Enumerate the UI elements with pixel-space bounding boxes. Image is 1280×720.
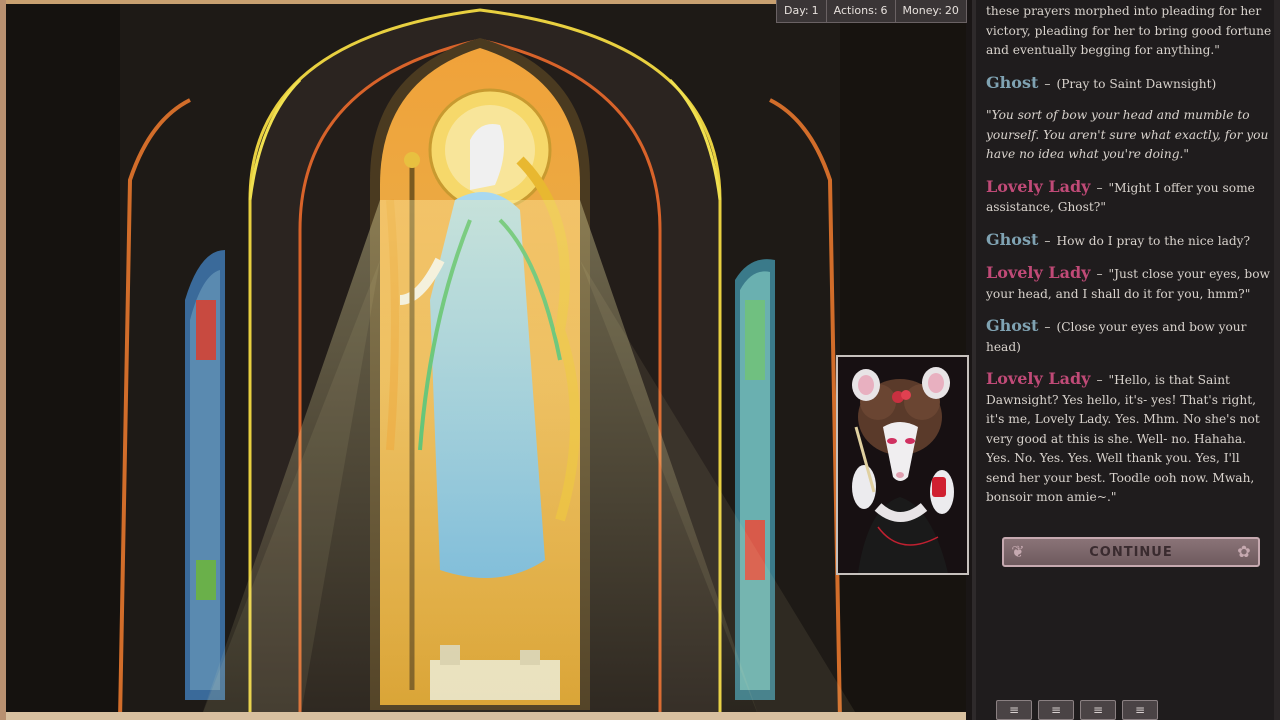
stats-bar: Day: 1 Actions: 6 Money: 20 [776, 0, 967, 23]
scene-view [0, 0, 966, 720]
dialogue-panel: these prayers morphed into pleading for … [972, 0, 1280, 720]
log-entry: Ghost – How do I pray to the nice lady? [986, 230, 1272, 252]
ornament-icon: ❦ [1011, 542, 1025, 561]
separator: – [1044, 76, 1051, 91]
log-entry: Ghost – (Close your eyes and bow your head… [986, 316, 1272, 357]
stat-day-label: Day: [784, 4, 809, 17]
separator: – [1096, 180, 1103, 195]
menu-button[interactable]: ≡ [1080, 700, 1116, 720]
stat-actions-value: 6 [880, 4, 888, 17]
stat-day-value: 1 [811, 4, 819, 17]
log-entry: Ghost – (Pray to Saint Dawnsight) [986, 73, 1272, 95]
stat-money-label: Money: [902, 4, 942, 17]
continue-button-label: CONTINUE [1089, 544, 1173, 560]
speaker-name-ghost: Ghost [986, 316, 1039, 335]
cathedral-stained-glass-scene [0, 0, 966, 720]
speaker-name-lady: Lovely Lady [986, 176, 1091, 196]
log-entry: Lovely Lady – "Hello, is that Saint Dawnsi… [986, 369, 1272, 508]
stat-money: Money: 20 [896, 0, 966, 22]
speaker-name-lady: Lovely Lady [986, 263, 1091, 282]
dialogue-log[interactable]: these prayers morphed into pleading for … [986, 0, 1272, 580]
separator: – [1044, 320, 1051, 334]
speaker-name-ghost: Ghost [986, 72, 1039, 92]
stat-money-value: 20 [944, 4, 959, 17]
log-narration: "You sort of bow your head and mumble to… [986, 108, 1269, 161]
speaker-name-ghost: Ghost [986, 229, 1039, 249]
log-entry: Lovely Lady – "Might I offer you some assi… [986, 177, 1272, 218]
log-entry-text: "Hello, is that Saint Dawnsight? Yes hel… [986, 373, 1260, 504]
character-portrait [836, 355, 969, 575]
scrollbar[interactable] [1274, 0, 1280, 720]
log-entry-text: (Pray to Saint Dawnsight) [1056, 76, 1217, 91]
menu-button[interactable]: ≡ [996, 700, 1032, 720]
continue-button[interactable]: ❦ CONTINUE ✿ [1002, 537, 1260, 567]
lovely-lady-portrait-image [838, 357, 967, 573]
separator: – [1044, 233, 1051, 248]
log-entry: Lovely Lady – "Just close your eyes, bow y… [986, 263, 1272, 304]
separator: – [1096, 267, 1103, 281]
log-intro: these prayers morphed into pleading for … [986, 4, 1272, 57]
menu-button[interactable]: ≡ [1122, 700, 1158, 720]
bottom-menu-bar: ≡ ≡ ≡ ≡ [996, 700, 1158, 720]
stat-day: Day: 1 [777, 0, 827, 22]
stat-actions: Actions: 6 [827, 0, 896, 22]
menu-button[interactable]: ≡ [1038, 700, 1074, 720]
log-entry-text: How do I pray to the nice lady? [1056, 233, 1251, 248]
stat-actions-label: Actions: [833, 4, 878, 17]
flower-icon: ✿ [1237, 542, 1251, 561]
separator: – [1096, 373, 1103, 387]
speaker-name-lady: Lovely Lady [986, 369, 1091, 388]
